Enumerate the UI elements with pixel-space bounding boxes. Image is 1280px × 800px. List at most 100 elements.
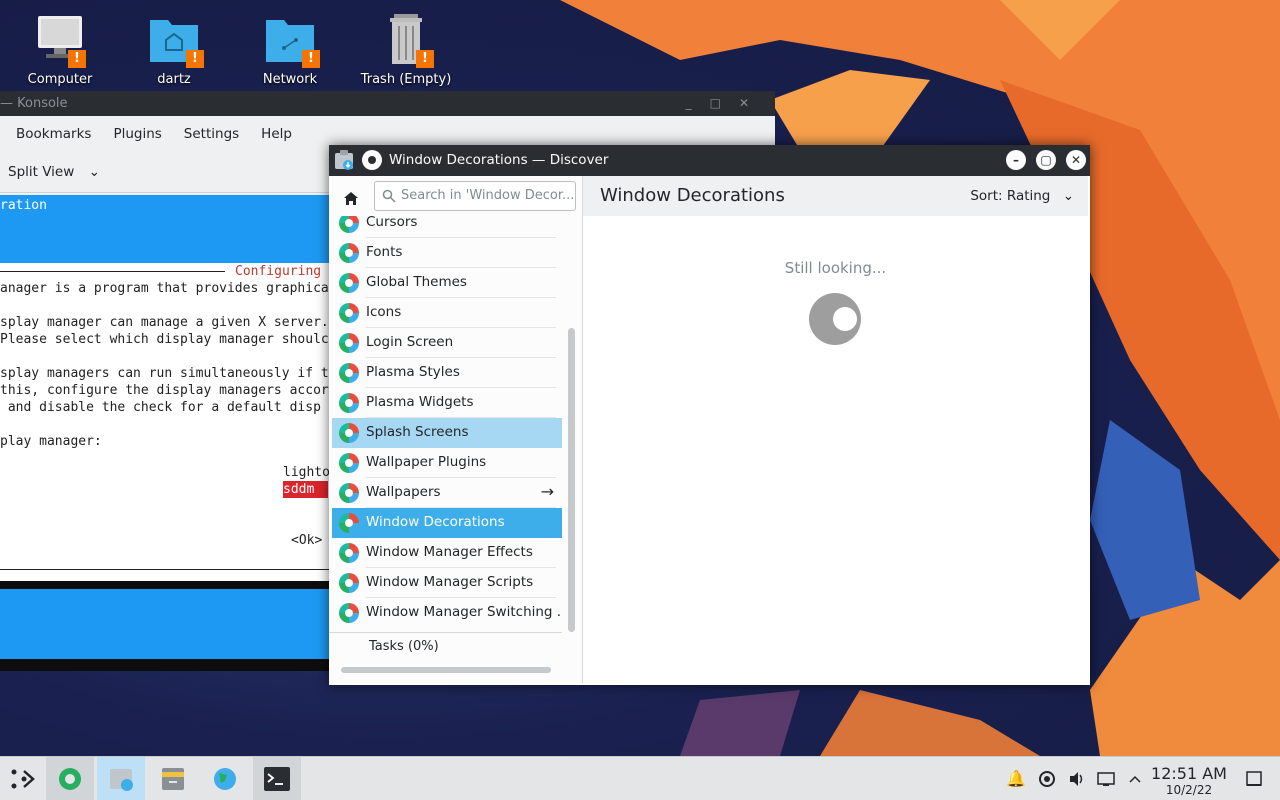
category-item[interactable]: Plasma Widgets bbox=[332, 388, 562, 418]
volume-icon[interactable] bbox=[1067, 769, 1087, 789]
globe-icon bbox=[214, 768, 236, 790]
taskbar-browser[interactable] bbox=[201, 757, 249, 800]
discover-title: Window Decorations — Discover bbox=[389, 152, 609, 168]
maximize-icon[interactable]: □ bbox=[710, 96, 739, 110]
split-view-label: Split View bbox=[8, 164, 75, 180]
desktop-icon-label: Computer bbox=[27, 72, 93, 87]
chevron-up-icon[interactable] bbox=[1125, 769, 1145, 789]
page-title: Window Decorations bbox=[600, 185, 785, 206]
desktop-icon-computer[interactable]: ! Computer bbox=[10, 10, 110, 87]
category-icon bbox=[339, 603, 359, 623]
maximize-icon[interactable]: ▢ bbox=[1036, 150, 1056, 170]
search-icon bbox=[382, 189, 396, 203]
search-input[interactable]: Search in 'Window Decor... bbox=[374, 181, 576, 211]
file-manager-icon bbox=[162, 768, 184, 790]
category-item[interactable]: Wallpaper Plugins bbox=[332, 448, 562, 478]
chevron-down-icon: ⌄ bbox=[1062, 188, 1074, 204]
desktop-icon-label: dartz bbox=[157, 72, 191, 87]
category-icon bbox=[339, 243, 359, 263]
discover-icon bbox=[110, 769, 133, 791]
discover-window[interactable]: Window Decorations — Discover – ▢ ✕ Sear… bbox=[329, 145, 1090, 685]
category-item-selected[interactable]: Window Decorations bbox=[332, 508, 562, 538]
category-item[interactable]: Window Manager Switching ... bbox=[332, 598, 562, 628]
category-item[interactable]: Icons bbox=[332, 298, 562, 328]
launcher-icon bbox=[11, 769, 35, 789]
category-item[interactable]: Window Manager Scripts bbox=[332, 568, 562, 598]
minimize-icon[interactable]: – bbox=[1006, 150, 1026, 170]
category-item[interactable]: Plasma Styles bbox=[332, 358, 562, 388]
terminal-icon bbox=[264, 767, 290, 791]
category-list: Cursors Fonts Global Themes Icons Login … bbox=[329, 216, 562, 630]
notifications-icon[interactable]: 🔔 bbox=[1006, 769, 1026, 789]
category-item[interactable]: Wallpapers → bbox=[332, 478, 562, 508]
warning-icon: ! bbox=[68, 50, 86, 68]
category-icon bbox=[339, 513, 359, 533]
taskbar-discover[interactable] bbox=[97, 757, 145, 800]
clock-time: 12:51 AM bbox=[1151, 764, 1227, 783]
home-button[interactable] bbox=[336, 184, 366, 212]
chevron-down-icon: ⌄ bbox=[88, 164, 100, 180]
menu-bookmarks[interactable]: Bookmarks bbox=[16, 126, 91, 142]
desktop-icon-home-folder[interactable]: ! dartz bbox=[124, 10, 224, 87]
minimize-icon[interactable]: _ bbox=[686, 96, 710, 110]
page-header: Window Decorations Sort: Rating ⌄ bbox=[583, 176, 1088, 216]
update-icon[interactable] bbox=[1037, 769, 1057, 789]
category-icon bbox=[339, 453, 359, 473]
settings-gear-icon bbox=[59, 768, 81, 790]
ok-button[interactable]: <Ok> bbox=[291, 532, 322, 549]
taskbar-konsole[interactable] bbox=[253, 757, 301, 800]
terminal-bottom-bar bbox=[0, 589, 340, 659]
konsole-window-buttons: _□✕ bbox=[686, 91, 767, 116]
terminal-dialog-text: anager is a program that provides graphi… bbox=[0, 281, 329, 449]
desktop-icon-label: Network bbox=[262, 72, 318, 87]
application-launcher[interactable] bbox=[0, 757, 48, 800]
warning-icon: ! bbox=[302, 50, 320, 68]
close-icon[interactable]: ✕ bbox=[739, 96, 767, 110]
taskbar-settings[interactable] bbox=[46, 757, 94, 800]
pin-icon[interactable] bbox=[362, 150, 382, 170]
category-icon bbox=[339, 393, 359, 413]
category-item[interactable]: Cursors bbox=[332, 216, 562, 238]
warning-icon: ! bbox=[416, 50, 434, 68]
discover-main: Window Decorations Sort: Rating ⌄ Still … bbox=[583, 176, 1088, 683]
close-icon[interactable]: ✕ bbox=[1066, 150, 1086, 170]
network-icon[interactable] bbox=[1096, 769, 1116, 789]
taskbar-file-manager[interactable] bbox=[149, 757, 197, 800]
menu-settings[interactable]: Settings bbox=[184, 126, 239, 142]
terminal-dialog-title: Configuring bbox=[235, 264, 322, 279]
category-icon bbox=[339, 303, 359, 323]
show-desktop-icon[interactable] bbox=[1244, 769, 1264, 789]
search-placeholder: Search in 'Window Decor... bbox=[401, 188, 575, 203]
sort-dropdown[interactable]: Sort: Rating ⌄ bbox=[970, 188, 1074, 204]
discover-titlebar[interactable]: Window Decorations — Discover – ▢ ✕ bbox=[329, 145, 1090, 176]
discover-sidebar: Search in 'Window Decor... Cursors Fonts… bbox=[329, 176, 583, 683]
menu-help[interactable]: Help bbox=[261, 126, 292, 142]
option-lightdm[interactable]: lighto bbox=[283, 464, 330, 481]
tasks-progress-bar bbox=[341, 667, 551, 673]
digital-clock[interactable]: 12:51 AM 10/2/22 bbox=[1150, 764, 1228, 798]
arrow-right-icon[interactable]: → bbox=[541, 482, 554, 501]
results-area: Still looking... bbox=[583, 216, 1088, 683]
category-icon bbox=[339, 573, 359, 593]
category-icon bbox=[339, 483, 359, 503]
desktop-icon-label: Trash (Empty) bbox=[360, 72, 452, 87]
category-item[interactable]: Global Themes bbox=[332, 268, 562, 298]
category-item[interactable]: Login Screen bbox=[332, 328, 562, 358]
desktop-icon-network[interactable]: ! Network bbox=[240, 10, 340, 87]
category-item[interactable]: Fonts bbox=[332, 238, 562, 268]
tasks-status[interactable]: Tasks (0%) bbox=[369, 639, 439, 654]
sidebar-scrollbar[interactable] bbox=[568, 328, 575, 632]
clock-date: 10/2/22 bbox=[1165, 783, 1213, 797]
menu-plugins[interactable]: Plugins bbox=[113, 126, 161, 142]
konsole-titlebar[interactable]: — Konsole _□✕ bbox=[0, 91, 775, 116]
desktop-icon-trash[interactable]: ! Trash (Empty) bbox=[356, 10, 456, 87]
warning-icon: ! bbox=[186, 50, 204, 68]
taskbar: 🔔 12:51 AM 10/2/22 bbox=[0, 756, 1280, 800]
split-view-button[interactable]: Split View ⌄ bbox=[8, 164, 100, 180]
category-icon bbox=[339, 423, 359, 443]
category-item[interactable]: Window Manager Effects bbox=[332, 538, 562, 568]
category-item[interactable]: Splash Screens bbox=[332, 418, 562, 448]
konsole-title: — Konsole bbox=[0, 96, 68, 111]
category-icon bbox=[339, 333, 359, 353]
option-sddm[interactable]: sddm bbox=[283, 481, 328, 498]
